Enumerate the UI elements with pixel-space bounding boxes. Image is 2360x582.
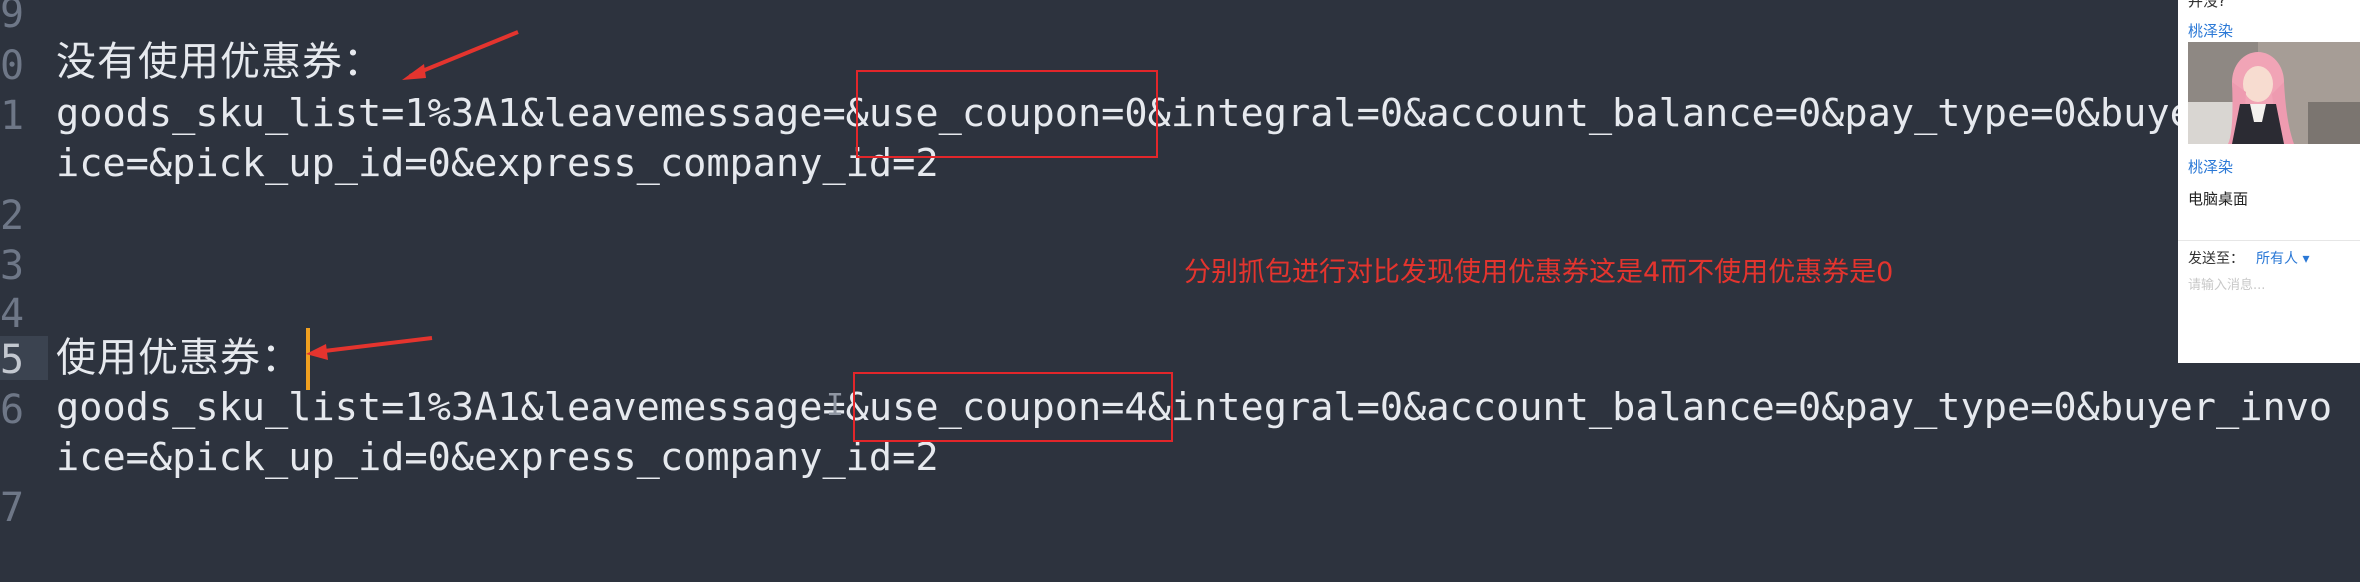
- line-number: 2: [0, 193, 25, 239]
- line-number: 0: [0, 43, 25, 89]
- chat-message: 电脑桌面: [2188, 190, 2249, 208]
- chat-message-input[interactable]: 请输入消息...: [2188, 274, 2265, 293]
- chat-sender-name[interactable]: 桃泽染: [2188, 156, 2233, 177]
- chat-divider: [2178, 240, 2360, 241]
- recipient-dropdown[interactable]: 所有人 ▾: [2256, 248, 2309, 268]
- code-line-no-coupon-1: goods_sku_list=1%3A1&leavemessage=&use_c…: [56, 91, 2333, 136]
- line-number: 7: [0, 485, 25, 531]
- line-number: 5: [0, 337, 25, 383]
- ibeam-cursor-icon: I: [826, 388, 845, 423]
- line-number: 3: [0, 243, 25, 289]
- red-arrow-icon: [402, 30, 519, 80]
- chat-sender-name[interactable]: 桃泽染: [2188, 20, 2233, 41]
- heading-no-coupon: 没有使用优惠券：: [56, 39, 384, 85]
- highlight-box-use-coupon-0: [856, 70, 1158, 158]
- line-number: 9: [0, 0, 25, 37]
- send-to-label: 发送至：: [2188, 251, 2244, 267]
- chat-image-anime-girl[interactable]: [2188, 42, 2360, 144]
- line-number: 6: [0, 387, 25, 433]
- code-line-with-coupon-2: ice=&pick_up_id=0&express_company_id=2: [56, 435, 939, 480]
- highlight-box-use-coupon-4: [853, 372, 1173, 442]
- code-line-no-coupon-2: ice=&pick_up_id=0&express_company_id=2: [56, 141, 939, 186]
- line-number: 4: [0, 291, 25, 337]
- chat-panel: 并没? 桃泽染 桃泽染 电脑桌面 发送至： 所有人 ▾ 请输入消息...: [2178, 0, 2360, 363]
- line-number: 1: [0, 93, 25, 139]
- code-line-with-coupon-1: goods_sku_list=1%3A1&leavemessage=&use_c…: [56, 385, 2333, 430]
- annotation-note: 分别抓包进行对比发现使用优惠券这是4而不使用优惠券是0: [1184, 257, 1894, 288]
- heading-with-coupon: 使用优惠券：: [56, 335, 302, 381]
- chat-top-text: 并没?: [2188, 0, 2226, 10]
- red-arrow-icon: [306, 336, 433, 360]
